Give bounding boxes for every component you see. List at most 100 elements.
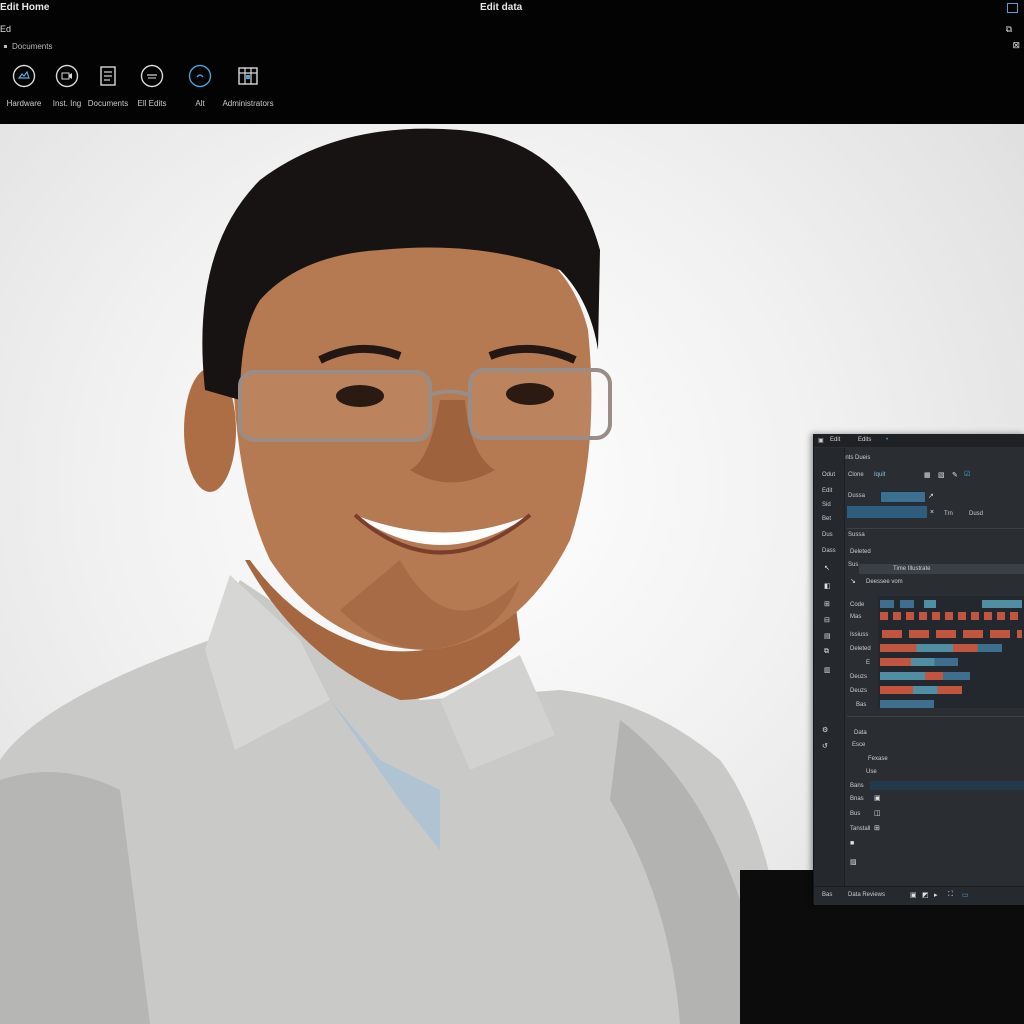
track-label: Deleted bbox=[850, 646, 871, 652]
timeline-clip[interactable] bbox=[880, 672, 970, 680]
document-list-icon bbox=[100, 66, 116, 86]
track-label: E bbox=[866, 660, 871, 666]
layers-icon[interactable]: ⊞ bbox=[824, 600, 830, 608]
timeline-clip[interactable] bbox=[880, 658, 958, 666]
tab-label[interactable]: Trn bbox=[944, 511, 953, 517]
settings-icon[interactable]: ⚙ bbox=[822, 726, 828, 734]
fullscreen-icon[interactable]: ⛶ bbox=[948, 891, 953, 899]
panel-sidebar: Odut Edit Sid Bet Dus Dass ↖ ◧ ⊞ ⊟ ▤ ⧉ ▥… bbox=[814, 448, 845, 888]
lower-label: Use bbox=[866, 769, 877, 775]
panel-tab-edits[interactable]: Edits bbox=[858, 437, 871, 443]
timeline-clip[interactable] bbox=[880, 612, 1022, 620]
timeline-header: Time Illustrate bbox=[859, 564, 1024, 574]
timeline-title: Time Illustrate bbox=[893, 566, 931, 572]
breadcrumb: Documents bbox=[4, 42, 52, 51]
file-icon[interactable]: ◫ bbox=[874, 809, 881, 817]
divider bbox=[847, 716, 1024, 717]
lower-label: Tanstall bbox=[850, 826, 871, 832]
circle-target-icon bbox=[188, 64, 212, 88]
timeline-clip[interactable] bbox=[882, 630, 1022, 638]
footer-label[interactable]: Bas bbox=[822, 892, 832, 898]
stack-icon[interactable]: ▤ bbox=[824, 632, 831, 640]
footer-label[interactable]: Data Reviews bbox=[848, 892, 885, 898]
field-label: Clone bbox=[848, 472, 864, 478]
lower-label: Esce bbox=[852, 742, 866, 748]
sidebar-item[interactable]: Dus bbox=[822, 532, 833, 538]
sidebar-item[interactable]: Bet bbox=[822, 516, 831, 522]
panel-header: ▣ Edit Edits • bbox=[814, 434, 1024, 447]
video-circle-icon bbox=[55, 64, 79, 88]
breadcrumb-label: Documents bbox=[12, 42, 53, 51]
track-label: Code bbox=[850, 602, 865, 608]
close-icon[interactable]: × bbox=[930, 509, 934, 516]
window-title: Edit data bbox=[480, 2, 523, 13]
trash-icon[interactable]: ▧ bbox=[938, 471, 945, 479]
pen-icon[interactable]: ✎ bbox=[952, 471, 958, 479]
sidebar-item[interactable]: Sid bbox=[822, 502, 831, 508]
panel-grid-icon[interactable]: ▣ bbox=[818, 437, 824, 444]
lower-label: Bans bbox=[850, 783, 864, 789]
track-label: Bas bbox=[856, 702, 867, 708]
track-label: Deuzs bbox=[850, 674, 868, 680]
toolbar-label: Administrators bbox=[222, 99, 274, 108]
export-icon[interactable]: ◩ bbox=[922, 891, 929, 899]
timeline-clip[interactable] bbox=[924, 600, 936, 608]
search-input[interactable] bbox=[880, 491, 926, 503]
section-label: Sus bbox=[848, 562, 859, 568]
folder-icon[interactable]: ▣ bbox=[874, 794, 881, 802]
app-title: Edit Home bbox=[0, 2, 50, 13]
field-value[interactable]: Iquit bbox=[874, 472, 885, 478]
arrow-icon[interactable]: ↗ bbox=[928, 492, 934, 500]
highlighted-row[interactable] bbox=[870, 781, 1024, 790]
track-label: Deuzs bbox=[850, 688, 868, 694]
search-tag[interactable]: Dusd bbox=[969, 511, 983, 517]
timeline-area[interactable] bbox=[878, 596, 1024, 708]
gallery-circle-icon bbox=[12, 64, 36, 88]
square-icon[interactable]: ■ bbox=[850, 840, 854, 847]
play-icon[interactable]: ↘ bbox=[850, 577, 856, 585]
sidebar-item[interactable]: Odut bbox=[822, 472, 835, 478]
panel-dot-icon: • bbox=[886, 437, 889, 443]
profile-circle-icon bbox=[140, 64, 164, 88]
menu-label[interactable]: Ed bbox=[0, 24, 11, 34]
grid-icon[interactable]: ⊞ bbox=[874, 824, 880, 832]
cursor-icon[interactable]: ↖ bbox=[824, 564, 830, 572]
bullet-icon bbox=[4, 45, 7, 49]
timeline-clip[interactable] bbox=[880, 600, 894, 608]
search-label: Dussa bbox=[848, 493, 866, 499]
monitor-icon[interactable]: ▭ bbox=[962, 891, 969, 899]
timeline-clip[interactable] bbox=[982, 600, 1022, 608]
text-icon[interactable]: ▦ bbox=[924, 471, 931, 479]
timeline-clip[interactable] bbox=[900, 600, 914, 608]
panel-tab-edit[interactable]: Edit bbox=[830, 437, 840, 443]
section-label: Deleted bbox=[850, 549, 871, 555]
track-label: Mas bbox=[850, 614, 862, 620]
timeline-clip[interactable] bbox=[880, 686, 962, 694]
check-icon[interactable]: ☑ bbox=[964, 470, 970, 478]
history-icon[interactable]: ↺ bbox=[822, 742, 828, 750]
list-icon[interactable]: ▥ bbox=[824, 666, 831, 674]
selected-row[interactable] bbox=[847, 506, 927, 518]
lower-label: Bnas bbox=[850, 796, 864, 802]
divider bbox=[847, 528, 1024, 529]
app-header: Edit Home Edit data Ed Documents ⧉ ⊠ Har… bbox=[0, 0, 1024, 124]
play-icon[interactable]: ▸ bbox=[934, 891, 938, 899]
sidebar-item[interactable]: Edit bbox=[822, 488, 832, 494]
lower-label: Fexase bbox=[868, 756, 888, 762]
tag-icon[interactable]: ◧ bbox=[824, 582, 831, 590]
editor-panel: ▣ Edit Edits • Documents Dueis Odut Edit… bbox=[813, 434, 1024, 905]
section-label: Sussa bbox=[848, 532, 865, 538]
toolbar-button-administrators[interactable]: Administrators bbox=[220, 64, 276, 108]
sidebar-item[interactable]: Dass bbox=[822, 548, 836, 554]
window-close-icon[interactable]: ⊠ bbox=[1012, 40, 1020, 51]
link-icon[interactable]: ⊟ bbox=[824, 616, 830, 624]
timeline-clip[interactable] bbox=[880, 644, 1002, 652]
grid-calendar-icon bbox=[238, 67, 258, 85]
save-icon[interactable]: ▣ bbox=[910, 891, 917, 899]
lower-label: Data bbox=[854, 730, 867, 736]
image-icon[interactable]: ▨ bbox=[850, 858, 857, 866]
copy-icon[interactable]: ⧉ bbox=[824, 648, 829, 656]
timeline-clip[interactable] bbox=[880, 700, 934, 708]
window-menu-icon[interactable] bbox=[1007, 3, 1018, 13]
window-restore-icon[interactable]: ⧉ bbox=[1006, 24, 1012, 35]
